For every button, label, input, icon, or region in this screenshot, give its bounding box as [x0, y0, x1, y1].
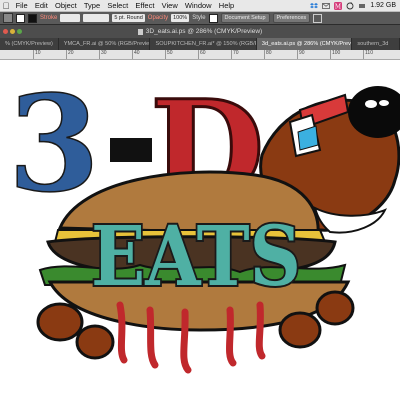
arrange-icon[interactable]	[313, 13, 323, 23]
storage-text: 1.92 GB	[370, 2, 396, 9]
minimize-window-icon[interactable]	[10, 29, 15, 34]
artboard[interactable]: 3 D EATS	[0, 60, 400, 400]
ruler-tick: 60	[198, 50, 206, 59]
menu-select[interactable]: Select	[104, 0, 132, 12]
document-setup-button[interactable]: Document Setup	[220, 13, 270, 23]
zoom-window-icon[interactable]	[17, 29, 22, 34]
close-window-icon[interactable]	[3, 29, 8, 34]
menu-help[interactable]: Help	[215, 0, 238, 12]
style-swatch[interactable]	[208, 13, 218, 23]
ruler-tick: 10	[33, 50, 41, 59]
tab-southern[interactable]: southern_3d	[352, 38, 400, 50]
brush-select[interactable]: 5 pt. Round	[112, 14, 145, 22]
svg-text:M: M	[335, 3, 341, 10]
menu-effect[interactable]: Effect	[132, 0, 158, 12]
window-controls	[3, 29, 24, 34]
sync-icon[interactable]	[346, 1, 354, 10]
selection-tool-icon[interactable]	[3, 13, 13, 23]
stroke-weight-input[interactable]	[60, 14, 81, 22]
horizontal-ruler: 10 20 30 40 50 60 70 80 90 100 110	[0, 50, 400, 60]
menu-type[interactable]: Type	[80, 0, 103, 12]
document-title-bar: 3D_eats.ai.ps @ 286% (CMYK/Preview)	[0, 25, 400, 38]
mail-icon[interactable]	[322, 2, 331, 10]
ruler-tick: 110	[363, 50, 373, 59]
ruler-tick: 40	[132, 50, 140, 59]
menu-window[interactable]: Window	[181, 0, 215, 12]
menu-edit[interactable]: Edit	[31, 0, 51, 12]
document-tabs: % (CMYK/Preview) YMCA_FR.ai @ 50% (RGB/P…	[0, 38, 400, 50]
tab-ymca[interactable]: YMCA_FR.ai @ 50% (RGB/Preview)	[59, 38, 151, 50]
artwork: 3 D EATS	[7, 66, 400, 374]
ruler-tick: 30	[99, 50, 107, 59]
ruler-tick: 90	[297, 50, 305, 59]
fill-swatch[interactable]	[16, 13, 25, 23]
ruler-tick: 100	[330, 50, 340, 59]
logo-eats: EATS	[91, 209, 301, 305]
tab-soupkitchen[interactable]: SOUPKITCHEN_FR.ai* @ 150% (RGB/Preview)	[150, 38, 257, 50]
menu-view[interactable]: View	[158, 0, 181, 12]
menu-file[interactable]: File	[12, 0, 31, 12]
dropbox-icon[interactable]	[310, 2, 319, 10]
menu-object[interactable]: Object	[51, 0, 80, 12]
tab-previous-doc[interactable]: % (CMYK/Preview)	[0, 38, 59, 50]
menu-bar:  File Edit Object Type Select Effect Vi…	[0, 0, 400, 12]
variable-width-select[interactable]	[83, 14, 110, 22]
opacity-label[interactable]: Opacity	[148, 15, 168, 21]
ruler-tick: 50	[165, 50, 173, 59]
ruler-tick: 20	[66, 50, 74, 59]
stroke-label[interactable]: Stroke	[40, 15, 57, 21]
style-label: Style	[192, 15, 206, 21]
opacity-input[interactable]: 100%	[171, 14, 190, 22]
stroke-swatch[interactable]	[28, 13, 37, 23]
ruler-tick: 80	[264, 50, 272, 59]
document-icon	[137, 28, 143, 35]
document-title: 3D_eats.ai.ps @ 286% (CMYK/Preview)	[145, 28, 263, 35]
storage-icon	[359, 3, 366, 8]
tab-3d-eats[interactable]: 3d_eats.ai.ps @ 286% (CMYK/Preview)	[256, 38, 353, 50]
apple-menu-icon[interactable]: 	[0, 0, 12, 12]
status-area: M 1.92 GB	[310, 1, 400, 10]
ruler-tick: 70	[231, 50, 239, 59]
control-bar: Stroke 5 pt. Round Opacity 100% Style Do…	[0, 12, 400, 25]
m-app-icon[interactable]: M	[334, 1, 343, 10]
preferences-button[interactable]: Preferences	[272, 13, 311, 23]
logo-dash	[110, 138, 152, 162]
